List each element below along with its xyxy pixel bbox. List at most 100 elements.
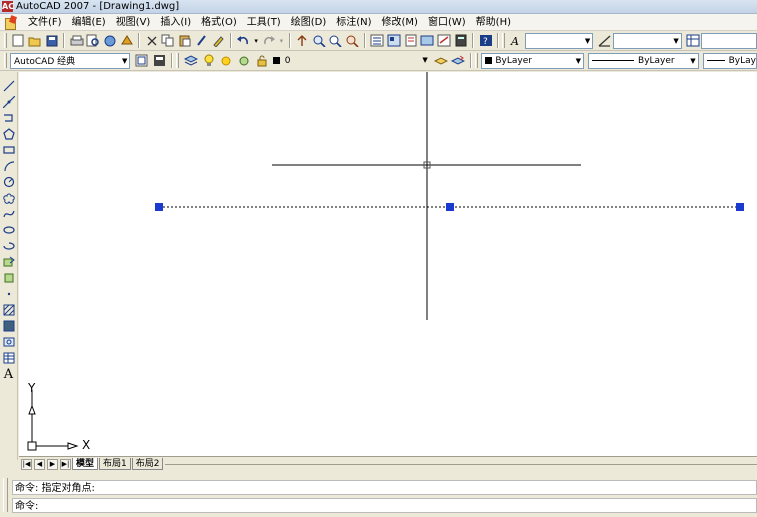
- properties-icon[interactable]: [370, 33, 385, 49]
- grip-end[interactable]: [736, 203, 744, 211]
- chevron-down-icon: ▼: [584, 36, 591, 45]
- arc-tool-icon[interactable]: [1, 158, 17, 174]
- spline-tool-icon[interactable]: [1, 206, 17, 222]
- layer-color-swatch-icon: [272, 53, 281, 69]
- tool-palettes-icon[interactable]: [403, 33, 418, 49]
- open-file-icon[interactable]: [28, 33, 43, 49]
- region-tool-icon[interactable]: [1, 334, 17, 350]
- menu-edit[interactable]: 编辑(E): [67, 15, 111, 30]
- menu-draw[interactable]: 绘图(D): [286, 15, 332, 30]
- markup-set-manager-icon[interactable]: [437, 33, 452, 49]
- polyline-tool-icon[interactable]: [1, 110, 17, 126]
- layer-properties-manager-icon[interactable]: [183, 53, 199, 69]
- pan-realtime-icon[interactable]: [295, 33, 310, 49]
- help-icon[interactable]: ?: [478, 33, 493, 49]
- design-center-icon[interactable]: [386, 33, 401, 49]
- gradient-tool-icon[interactable]: [1, 318, 17, 334]
- tab-model[interactable]: 模型: [72, 458, 99, 470]
- menu-view[interactable]: 视图(V): [111, 15, 156, 30]
- drawing-canvas[interactable]: Y X: [19, 72, 757, 456]
- undo-icon[interactable]: [236, 33, 251, 49]
- save-workspace-icon[interactable]: [151, 53, 167, 69]
- lineweight-control-combo[interactable]: ByLay: [702, 52, 757, 69]
- grip-start[interactable]: [155, 203, 163, 211]
- command-window-grip[interactable]: [3, 478, 8, 512]
- dimension-style-combo[interactable]: ▼: [613, 32, 682, 49]
- last-tab-icon[interactable]: ▶|: [60, 458, 71, 470]
- autocad-app-icon: AC: [2, 1, 15, 12]
- point-tool-icon[interactable]: [1, 286, 17, 302]
- publish-icon[interactable]: [103, 33, 118, 49]
- circle-tool-icon[interactable]: [1, 174, 17, 190]
- table-style-combo[interactable]: [701, 32, 757, 49]
- linetype-control-combo[interactable]: ByLayer ▼: [588, 52, 699, 69]
- toolbar-grip[interactable]: [175, 53, 179, 68]
- rectangle-tool-icon[interactable]: [1, 142, 17, 158]
- tab-layout2[interactable]: 布局2: [131, 458, 164, 470]
- toolbar-grip[interactable]: [4, 53, 7, 68]
- redo-icon[interactable]: [261, 33, 276, 49]
- menu-insert[interactable]: 插入(I): [155, 15, 196, 30]
- workspace-combo[interactable]: AutoCAD 经典 ▼: [9, 52, 131, 69]
- new-file-icon[interactable]: [11, 33, 26, 49]
- save-icon[interactable]: [44, 33, 59, 49]
- menu-help[interactable]: 帮助(H): [471, 15, 516, 30]
- line-tool-icon[interactable]: [1, 78, 17, 94]
- text-style-combo[interactable]: ▼: [524, 32, 594, 49]
- prev-tab-icon[interactable]: ◀: [34, 458, 45, 470]
- ucs-icon: [27, 390, 79, 451]
- match-properties-icon[interactable]: [195, 33, 210, 49]
- toolbar-grip[interactable]: [4, 33, 7, 48]
- 3d-dwf-icon[interactable]: [120, 33, 135, 49]
- zoom-window-icon[interactable]: [328, 33, 343, 49]
- hatch-tool-icon[interactable]: [1, 302, 17, 318]
- multiline-text-icon[interactable]: A: [1, 366, 17, 382]
- layer-viewport-icon: [236, 53, 252, 69]
- layer-previous-icon[interactable]: [451, 53, 467, 69]
- cut-icon[interactable]: [144, 33, 159, 49]
- menu-bar: 文件(F) 编辑(E) 视图(V) 插入(I) 格式(O) 工具(T) 绘图(D…: [0, 14, 757, 31]
- menu-file[interactable]: 文件(F): [23, 15, 67, 30]
- toolbar-separator: [230, 33, 233, 48]
- menu-modify[interactable]: 修改(M): [377, 15, 423, 30]
- ellipse-tool-icon[interactable]: [1, 222, 17, 238]
- text-style-icon[interactable]: A: [509, 33, 524, 49]
- workspace-settings-icon[interactable]: [133, 53, 149, 69]
- menu-dimension[interactable]: 标注(N): [331, 15, 376, 30]
- table-style-icon[interactable]: [686, 33, 701, 49]
- menu-window[interactable]: 窗口(W): [423, 15, 471, 30]
- toolbar-grip[interactable]: [475, 53, 479, 68]
- next-tab-icon[interactable]: ▶: [47, 458, 58, 470]
- sheet-set-manager-icon[interactable]: [420, 33, 435, 49]
- ellipse-arc-tool-icon[interactable]: [1, 238, 17, 254]
- color-control-combo[interactable]: ByLayer ▼: [481, 52, 585, 69]
- redo-dropdown-icon[interactable]: ▾: [278, 33, 284, 49]
- tab-layout1[interactable]: 布局1: [99, 458, 131, 470]
- make-object-layer-current-icon[interactable]: [433, 53, 449, 69]
- polygon-tool-icon[interactable]: [1, 126, 17, 142]
- zoom-realtime-icon[interactable]: [311, 33, 326, 49]
- toolbar-grip[interactable]: [501, 33, 505, 48]
- dimension-style-icon[interactable]: [597, 33, 612, 49]
- quickcalc-icon[interactable]: [453, 33, 468, 49]
- document-menu-icon[interactable]: [4, 16, 18, 30]
- draw-toolbar: A: [0, 72, 18, 460]
- grip-midpoint[interactable]: [446, 203, 454, 211]
- table-tool-icon[interactable]: [1, 350, 17, 366]
- block-editor-icon[interactable]: [211, 33, 226, 49]
- revision-cloud-icon[interactable]: [1, 190, 17, 206]
- construction-line-icon[interactable]: [1, 94, 17, 110]
- undo-dropdown-icon[interactable]: ▾: [253, 33, 259, 49]
- copy-icon[interactable]: [161, 33, 176, 49]
- layer-combo[interactable]: 0 ▼: [282, 53, 430, 69]
- first-tab-icon[interactable]: |◀: [21, 458, 32, 470]
- paste-icon[interactable]: [178, 33, 193, 49]
- plot-preview-icon[interactable]: [86, 33, 101, 49]
- print-icon[interactable]: [69, 33, 84, 49]
- make-block-icon[interactable]: [1, 270, 17, 286]
- menu-tools[interactable]: 工具(T): [242, 15, 286, 30]
- zoom-previous-icon[interactable]: [345, 33, 360, 49]
- command-input[interactable]: 命令:: [12, 498, 757, 513]
- insert-block-icon[interactable]: [1, 254, 17, 270]
- menu-format[interactable]: 格式(O): [196, 15, 242, 30]
